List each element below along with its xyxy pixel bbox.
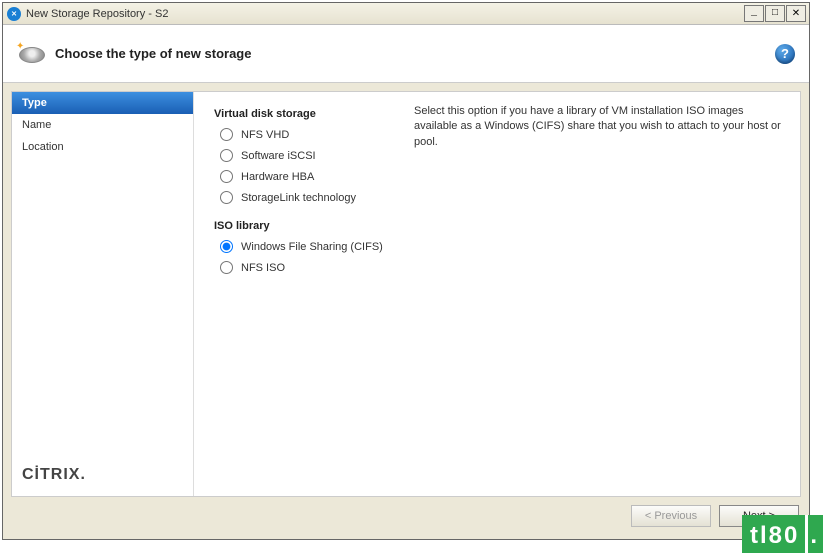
body: Type Name Location CİTRIX. Virtual disk … xyxy=(11,91,801,497)
radio-label: StorageLink technology xyxy=(241,192,356,204)
radio-nfs-vhd[interactable]: NFS VHD xyxy=(220,128,414,141)
maximize-button[interactable]: □ xyxy=(765,5,785,22)
sidebar-item-location[interactable]: Location xyxy=(12,136,193,158)
minimize-button[interactable]: _ xyxy=(744,5,764,22)
radio-hardware-hba[interactable]: Hardware HBA xyxy=(220,170,414,183)
radio-input-storagelink[interactable] xyxy=(220,191,233,204)
radio-input-nfs-iso[interactable] xyxy=(220,261,233,274)
content-area: Virtual disk storage NFS VHD Software iS… xyxy=(194,92,800,496)
description-text: Select this option if you have a library… xyxy=(414,104,784,484)
help-icon[interactable]: ? xyxy=(775,44,795,64)
iso-library-heading: ISO library xyxy=(214,220,414,232)
radio-storagelink[interactable]: StorageLink technology xyxy=(220,191,414,204)
radio-label: NFS ISO xyxy=(241,262,285,274)
radio-cifs[interactable]: Windows File Sharing (CIFS) xyxy=(220,240,414,253)
footer: < Previous Next > xyxy=(3,497,809,535)
radio-label: NFS VHD xyxy=(241,129,289,141)
radio-nfs-iso[interactable]: NFS ISO xyxy=(220,261,414,274)
wizard-sidebar: Type Name Location CİTRIX. xyxy=(12,92,194,496)
close-button[interactable]: ✕ xyxy=(786,5,806,22)
window-title: New Storage Repository - S2 xyxy=(26,8,744,20)
watermark-badge: tl80 . xyxy=(742,515,823,553)
radio-label: Hardware HBA xyxy=(241,171,314,183)
sidebar-item-type[interactable]: Type xyxy=(12,92,193,114)
watermark-text: tl80 xyxy=(742,515,805,553)
app-icon xyxy=(7,7,21,21)
radio-input-hardware-hba[interactable] xyxy=(220,170,233,183)
dialog-window: New Storage Repository - S2 _ □ ✕ ✦ Choo… xyxy=(2,2,810,540)
radio-input-cifs[interactable] xyxy=(220,240,233,253)
storage-icon: ✦ xyxy=(17,43,45,65)
brand-logo: CİTRIX. xyxy=(12,458,193,496)
radio-input-software-iscsi[interactable] xyxy=(220,149,233,162)
titlebar[interactable]: New Storage Repository - S2 _ □ ✕ xyxy=(3,3,809,25)
virtual-disk-heading: Virtual disk storage xyxy=(214,108,414,120)
window-controls: _ □ ✕ xyxy=(744,5,806,22)
radio-label: Windows File Sharing (CIFS) xyxy=(241,241,383,253)
options-column: Virtual disk storage NFS VHD Software iS… xyxy=(214,104,414,484)
sidebar-item-name[interactable]: Name xyxy=(12,114,193,136)
radio-label: Software iSCSI xyxy=(241,150,316,162)
header: ✦ Choose the type of new storage ? xyxy=(3,25,809,83)
radio-input-nfs-vhd[interactable] xyxy=(220,128,233,141)
radio-software-iscsi[interactable]: Software iSCSI xyxy=(220,149,414,162)
page-title: Choose the type of new storage xyxy=(55,46,775,61)
previous-button: < Previous xyxy=(631,505,711,527)
